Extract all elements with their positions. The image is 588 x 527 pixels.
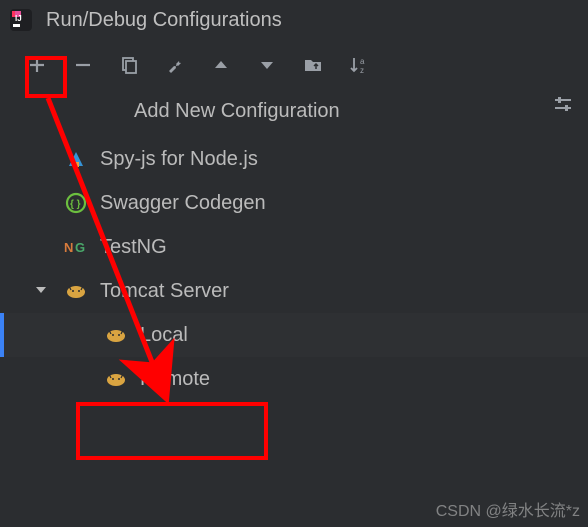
section-header: Add New Configuration	[0, 86, 588, 137]
svg-text:z: z	[360, 66, 364, 75]
config-item-testng[interactable]: N G TestNG	[0, 225, 588, 269]
watermark: CSDN @绿水长流*z	[436, 497, 580, 521]
intellij-icon: IJ	[10, 9, 32, 31]
add-button[interactable]	[24, 52, 50, 78]
settings-sliders-icon[interactable]	[552, 94, 574, 122]
chevron-down-icon	[34, 280, 48, 303]
selection-indicator	[0, 313, 4, 357]
config-item-tomcat-local[interactable]: Local	[0, 313, 588, 357]
config-label: Remote	[140, 368, 210, 391]
tomcat-icon	[104, 367, 128, 391]
svg-text:{ }: { }	[70, 199, 81, 210]
config-label: TestNG	[100, 236, 167, 259]
config-label: Tomcat Server	[100, 280, 229, 303]
svg-text:a: a	[360, 57, 365, 66]
copy-button[interactable]	[116, 52, 142, 78]
annotation-highlight-local	[76, 402, 268, 460]
wrench-icon[interactable]	[162, 52, 188, 78]
config-item-tomcat-remote[interactable]: Remote	[0, 357, 588, 401]
sort-az-icon[interactable]: az	[346, 52, 372, 78]
window-title: Run/Debug Configurations	[46, 9, 282, 32]
config-label: Swagger Codegen	[100, 192, 266, 215]
config-item-spyjs[interactable]: Spy-js for Node.js	[0, 137, 588, 181]
tomcat-icon	[104, 323, 128, 347]
testng-icon: N G	[64, 235, 88, 259]
config-label: Local	[140, 324, 188, 347]
tomcat-icon	[64, 279, 88, 303]
swagger-icon: { }	[64, 191, 88, 215]
config-item-swagger[interactable]: { } Swagger Codegen	[0, 181, 588, 225]
folder-icon[interactable]	[300, 52, 326, 78]
spyjs-icon	[64, 147, 88, 171]
svg-text:N: N	[64, 240, 73, 255]
svg-text:IJ: IJ	[15, 14, 22, 23]
config-label: Spy-js for Node.js	[100, 148, 258, 171]
move-up-button[interactable]	[208, 52, 234, 78]
toolbar: az	[0, 40, 588, 86]
move-down-button[interactable]	[254, 52, 280, 78]
config-list: Spy-js for Node.js { } Swagger Codegen N…	[0, 137, 588, 401]
remove-button[interactable]	[70, 52, 96, 78]
config-item-tomcat[interactable]: Tomcat Server	[0, 269, 588, 313]
section-title: Add New Configuration	[134, 100, 340, 122]
svg-text:G: G	[75, 240, 85, 255]
titlebar: IJ Run/Debug Configurations	[0, 0, 588, 40]
